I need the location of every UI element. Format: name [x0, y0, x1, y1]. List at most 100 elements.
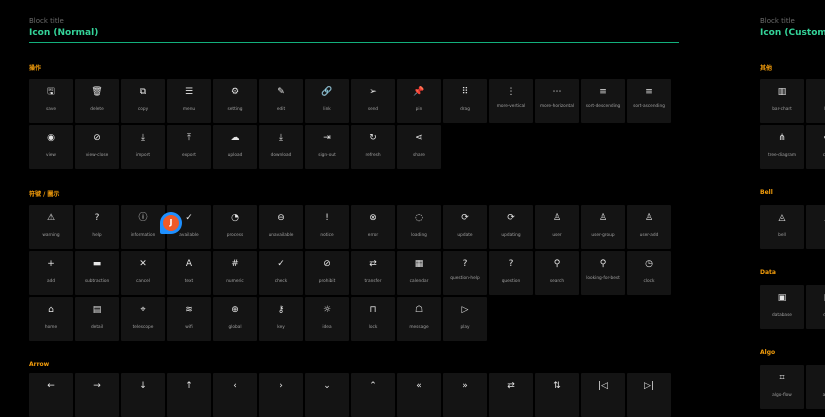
icon-tile-minus-square[interactable]: ▬ subtraction [75, 251, 119, 295]
icon-tile-skip-back[interactable]: |◁ [581, 373, 625, 417]
icon-tile-eye-off[interactable]: ⊘ view-close [75, 125, 119, 169]
icon-tile-home[interactable]: ⌂ home [29, 297, 73, 341]
icon-tile-arrow-down[interactable]: ↓ [121, 373, 165, 417]
block-title: Icon (Customiz [760, 28, 825, 38]
icon-tile-drag-handle[interactable]: ⠿ drag [443, 79, 487, 123]
icon-tile-arrow-left[interactable]: ← [29, 373, 73, 417]
icon-tile-database[interactable]: ▣ database [760, 285, 804, 329]
double-chevron-left-icon: « [416, 381, 422, 391]
icon-label: conn [822, 153, 825, 158]
icon-tile-check[interactable]: ✓ check [259, 251, 303, 295]
icon-tile-loading[interactable]: ◌ loading [397, 205, 441, 249]
icon-label: help [92, 233, 102, 238]
icon-tile-lock[interactable]: ⊓ lock [351, 297, 395, 341]
icon-tile-idea[interactable]: ☼ idea [305, 297, 349, 341]
icon-tile-arrow-up[interactable]: ↑ [167, 373, 211, 417]
icon-tile-download[interactable]: ⤓ download [259, 125, 303, 169]
icon-tile-algo-flow[interactable]: ⌗ algo-flow [760, 365, 804, 409]
icon-tile-user[interactable]: ♙ user [535, 205, 579, 249]
icon-tile-skip-forward[interactable]: ▷| [627, 373, 671, 417]
icon-tile-menu[interactable]: ☰ menu [167, 79, 211, 123]
icon-tile-swap-horizontal[interactable]: ⇄ [489, 373, 533, 417]
icon-tile-error[interactable]: ⊗ error [351, 205, 395, 249]
icon-tile-line-chart[interactable]: ⟋ line [806, 79, 825, 123]
icon-tile-warning[interactable]: ⚠ warning [29, 205, 73, 249]
icon-tile-pin[interactable]: 📌 pin [397, 79, 441, 123]
icon-tile-globe[interactable]: ⊕ global [213, 297, 257, 341]
icon-tile-refresh[interactable]: ↻ refresh [351, 125, 395, 169]
icon-tile-text[interactable]: Atext [167, 251, 211, 295]
icon-tile-import[interactable]: ⤓ import [121, 125, 165, 169]
icon-tile-help[interactable]: ? help [75, 205, 119, 249]
icon-tile-bell-alt[interactable]: ◬ bel [806, 205, 825, 249]
icon-tile-plus[interactable]: + add [29, 251, 73, 295]
icon-tile-message[interactable]: ☖ message [397, 297, 441, 341]
icon-tile-minus-circle[interactable]: ⊖ unavailable [259, 205, 303, 249]
icon-tile-detail[interactable]: ▤ detail [75, 297, 119, 341]
section-label: Algo [760, 349, 776, 356]
icon-label: import [135, 153, 151, 158]
icon-label: add [46, 279, 56, 284]
icon-tile-trash[interactable]: 🗑 delete [75, 79, 119, 123]
icon-tile-key[interactable]: ⚷ key [259, 297, 303, 341]
icon-tile-sign-out[interactable]: ⇥ sign-out [305, 125, 349, 169]
icon-tile-update[interactable]: ⟳ update [443, 205, 487, 249]
icon-tile-x[interactable]: ✕ cancel [121, 251, 165, 295]
icon-tile-chevron-right[interactable]: › [259, 373, 303, 417]
icon-tile-user-group[interactable]: ♙ user-group [581, 205, 625, 249]
icon-tile-sort-ascending[interactable]: ≡ sort-ascending [627, 79, 671, 123]
icon-tile-transfer[interactable]: ⇄ transfer [351, 251, 395, 295]
icon-tile-eye[interactable]: ◉ view [29, 125, 73, 169]
icon-tile-link[interactable]: 🔗 link [305, 79, 349, 123]
minus-circle-icon: ⊖ [277, 213, 285, 223]
icon-tile-hash[interactable]: # numeric [213, 251, 257, 295]
icon-label: transfer [364, 279, 382, 284]
icon-tile-telescope[interactable]: ⌖ telescope [121, 297, 165, 341]
icon-tile-swap-vertical[interactable]: ⇅ [535, 373, 579, 417]
icon-tile-paper-plane[interactable]: ➢ send [351, 79, 395, 123]
icon-tile-information[interactable]: ⓘ information [121, 205, 165, 249]
icon-tile-user-add[interactable]: ♙ user-add [627, 205, 671, 249]
icon-tile-share[interactable]: ⋖ share [397, 125, 441, 169]
icon-tile-question-help[interactable]: ? question-help [443, 251, 487, 295]
icon-tile-cloud-upload[interactable]: ☁ upload [213, 125, 257, 169]
arrow-left-icon: ← [47, 381, 55, 391]
icon-tile-copy[interactable]: ⧉ copy [121, 79, 165, 123]
icon-tile-prohibit[interactable]: ⊘ prohibit [305, 251, 349, 295]
icon-tile-question[interactable]: ? question [489, 251, 533, 295]
lock-icon: ⊓ [369, 305, 377, 315]
icon-tile-more-horizontal[interactable]: ⋯ more-horizontal [535, 79, 579, 123]
icon-tile-notice[interactable]: ! notice [305, 205, 349, 249]
icon-tile-calendar[interactable]: ▦ calendar [397, 251, 441, 295]
icon-tile-floppy[interactable]: 🖫 save [29, 79, 73, 123]
icon-tile-tree-diagram[interactable]: ⋔ tree-diagram [760, 125, 804, 169]
icon-tile-arrow-right[interactable]: → [75, 373, 119, 417]
icon-tile-double-chevron-right[interactable]: » [443, 373, 487, 417]
icon-label: sort-descending [585, 104, 621, 109]
icon-tile-gear[interactable]: ⚙ setting [213, 79, 257, 123]
icon-tile-wifi[interactable]: ≋ wifi [167, 297, 211, 341]
icon-tile-looking-for-best[interactable]: ⚲ looking-for-best [581, 251, 625, 295]
icon-tile-search[interactable]: ⚲ search [535, 251, 579, 295]
icon-tile-bell[interactable]: ◬ bell [760, 205, 804, 249]
icon-tile-process[interactable]: ◔ process [213, 205, 257, 249]
icon-label: updating [501, 233, 521, 238]
icon-tile-export[interactable]: ⤒ export [167, 125, 211, 169]
double-chevron-right-icon: » [462, 381, 468, 391]
skip-forward-icon: ▷| [644, 381, 654, 391]
icon-tile-more-vertical[interactable]: ⋮ more-vertical [489, 79, 533, 123]
icon-tile-updating[interactable]: ⟳ updating [489, 205, 533, 249]
icon-tile-clock[interactable]: ◷ clock [627, 251, 671, 295]
icon-tile-bar-chart[interactable]: ▥ bar-chart [760, 79, 804, 123]
icon-label: loading [411, 233, 427, 238]
icon-tile-chevron-down[interactable]: ⌄ [305, 373, 349, 417]
icon-tile-data-alt[interactable]: ▣ data [806, 285, 825, 329]
icon-tile-sort-descending[interactable]: ≡ sort-descending [581, 79, 625, 123]
icon-tile-pencil[interactable]: ✎ edit [259, 79, 303, 123]
icon-tile-chevron-left[interactable]: ‹ [213, 373, 257, 417]
icon-tile-algo-alt[interactable]: ⌗ algo- [806, 365, 825, 409]
icon-tile-chevron-up[interactable]: ⌃ [351, 373, 395, 417]
icon-tile-connect[interactable]: ⊶ conn [806, 125, 825, 169]
icon-tile-play[interactable]: ▷ play [443, 297, 487, 341]
icon-tile-double-chevron-left[interactable]: « [397, 373, 441, 417]
